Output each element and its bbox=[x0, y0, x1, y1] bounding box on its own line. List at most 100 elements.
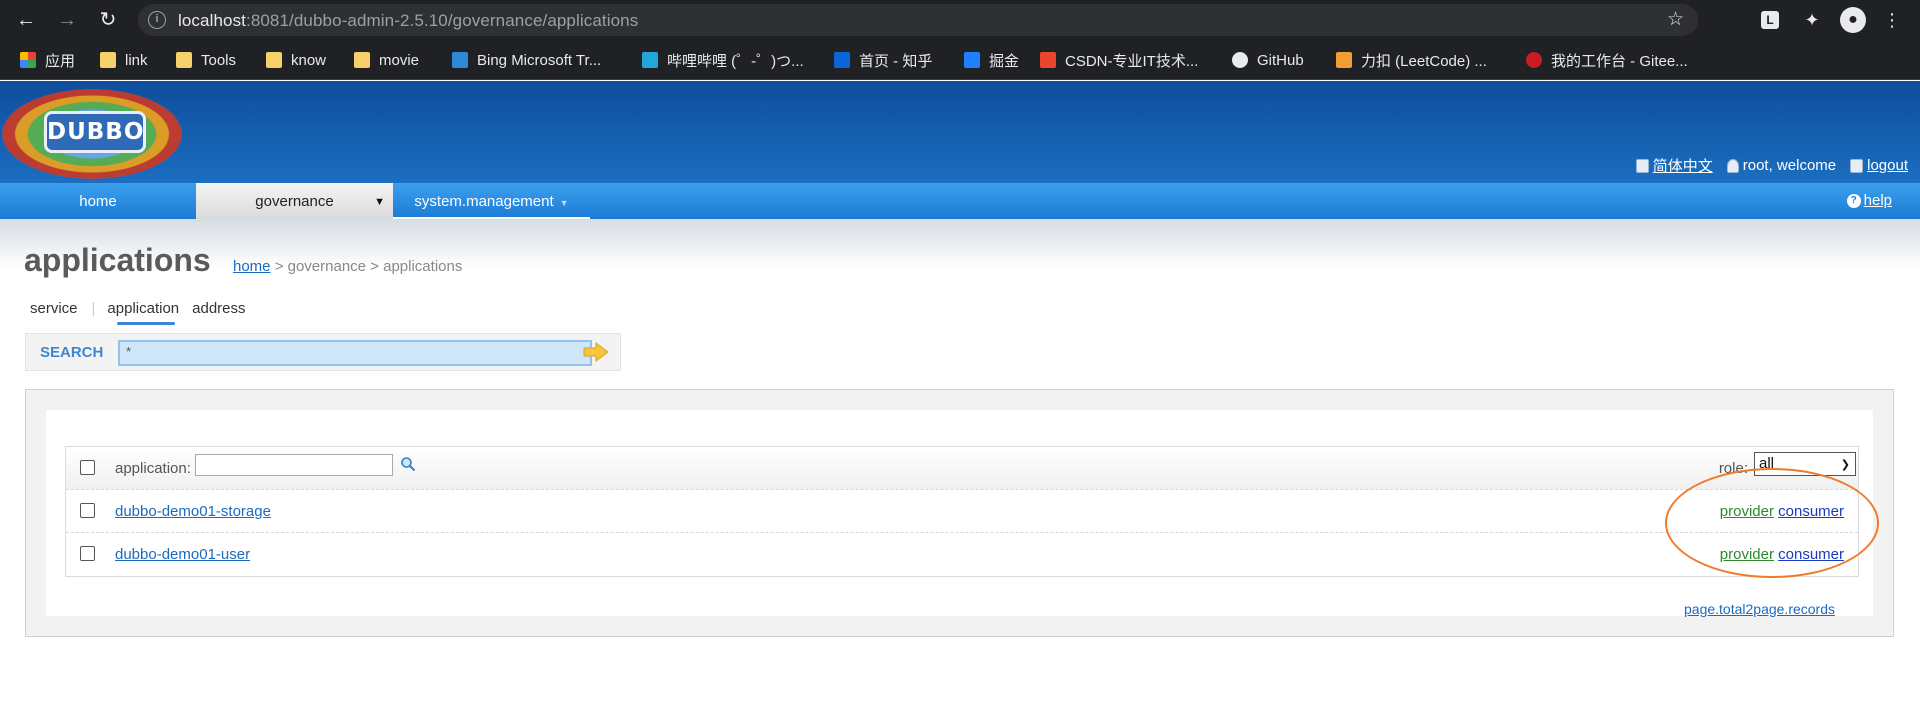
bookmark-bing[interactable]: Bing Microsoft Tr... bbox=[452, 50, 601, 70]
bookmark-link[interactable]: link bbox=[100, 50, 148, 70]
browser-toolbar: ← → ↻ i localhost:8081/dubbo-admin-2.5.1… bbox=[0, 0, 1920, 40]
bookmark-label: CSDN-专业IT技术... bbox=[1065, 52, 1199, 70]
apps-grid-icon bbox=[20, 52, 36, 68]
applications-table: application: role: all ❯ dubbo-demo01-sto… bbox=[65, 446, 1859, 577]
help-link-text[interactable]: help bbox=[1864, 182, 1892, 220]
search-bar: SEARCH * bbox=[25, 333, 621, 371]
bookmark-zhihu[interactable]: 首页 - 知乎 bbox=[834, 50, 932, 70]
dubbo-logo: DUBBO bbox=[2, 89, 182, 179]
url-path: :8081/dubbo-admin-2.5.10/governance/appl… bbox=[246, 11, 639, 30]
bookmark-leetcode[interactable]: 力扣 (LeetCode) ... bbox=[1336, 50, 1487, 70]
bookmark-label: 力扣 (LeetCode) ... bbox=[1361, 52, 1487, 70]
site-info-icon[interactable]: i bbox=[148, 11, 166, 29]
app-header: DUBBO 简体中文 root, welcome logout bbox=[0, 81, 1920, 183]
bookmark-movie[interactable]: movie bbox=[354, 50, 419, 70]
bookmark-label: Tools bbox=[201, 51, 237, 69]
filter-label: application: bbox=[115, 460, 191, 477]
extension-l-icon[interactable]: L bbox=[1761, 11, 1779, 29]
bookmark-star-icon[interactable]: ☆ bbox=[1667, 8, 1684, 31]
language-link-text[interactable]: 简体中文 bbox=[1653, 155, 1713, 176]
content-inner: application: role: all ❯ dubbo-demo01-sto… bbox=[46, 410, 1873, 617]
help-icon: ? bbox=[1846, 194, 1861, 208]
application-filter-input[interactable] bbox=[195, 454, 393, 476]
provider-link[interactable]: provider bbox=[1720, 503, 1774, 520]
table-row: dubbo-demo01-user provider consumer bbox=[66, 533, 1858, 576]
page-title: applications bbox=[24, 242, 211, 278]
search-input[interactable]: * bbox=[118, 340, 592, 366]
search-go-arrow-icon[interactable] bbox=[583, 342, 609, 362]
bookmark-tools[interactable]: Tools bbox=[176, 50, 236, 70]
bookmark-github[interactable]: GitHub bbox=[1232, 50, 1304, 70]
help-link[interactable]: ? help bbox=[1846, 182, 1892, 220]
tab-separator: | bbox=[91, 300, 96, 317]
reload-icon[interactable]: ↻ bbox=[96, 8, 120, 32]
address-bar[interactable]: i localhost:8081/dubbo-admin-2.5.10/gove… bbox=[138, 4, 1698, 36]
bookmark-juejin[interactable]: 掘金 bbox=[964, 50, 1019, 70]
sub-tabs: service | application address bbox=[30, 300, 246, 325]
role-links: provider consumer bbox=[1720, 546, 1844, 563]
logout-icon bbox=[1850, 158, 1864, 173]
select-all-checkbox[interactable] bbox=[80, 460, 95, 475]
row-checkbox[interactable] bbox=[80, 503, 95, 518]
user-info: root, welcome bbox=[1726, 157, 1837, 174]
pager-link[interactable]: page.total2page.records bbox=[1684, 601, 1835, 617]
github-icon bbox=[1232, 52, 1248, 68]
csdn-icon bbox=[1040, 52, 1056, 68]
bing-icon bbox=[452, 52, 468, 68]
provider-link[interactable]: provider bbox=[1720, 546, 1774, 563]
bookmark-label: 哔哩哔哩 (゜-゜)つ... bbox=[667, 52, 804, 70]
menu-kebab-icon[interactable]: ⋮ bbox=[1880, 8, 1904, 32]
row-checkbox[interactable] bbox=[80, 546, 95, 561]
tab-address[interactable]: address bbox=[192, 300, 245, 317]
nav-system-label: system.management bbox=[414, 193, 554, 210]
header-links: 简体中文 root, welcome logout bbox=[1635, 155, 1908, 176]
zhihu-icon bbox=[834, 52, 850, 68]
role-selected-value: all bbox=[1759, 455, 1775, 472]
bookmark-apps[interactable]: 应用 bbox=[20, 50, 75, 70]
search-icon[interactable] bbox=[400, 456, 416, 472]
extensions-puzzle-icon[interactable]: ✦ bbox=[1800, 8, 1824, 32]
search-label: SEARCH bbox=[40, 344, 104, 361]
role-links: provider consumer bbox=[1720, 503, 1844, 520]
bookmark-know[interactable]: know bbox=[266, 50, 326, 70]
role-select[interactable]: all ❯ bbox=[1754, 452, 1856, 476]
bookmark-label: Bing Microsoft Tr... bbox=[477, 51, 602, 69]
folder-icon bbox=[100, 52, 116, 68]
url-text[interactable]: localhost:8081/dubbo-admin-2.5.10/govern… bbox=[178, 11, 638, 31]
tab-service[interactable]: service bbox=[30, 300, 78, 317]
bilibili-icon bbox=[642, 52, 658, 68]
back-icon[interactable]: ← bbox=[14, 8, 38, 32]
profile-avatar-icon[interactable]: ● bbox=[1840, 7, 1866, 33]
folder-icon bbox=[176, 52, 192, 68]
nav-home[interactable]: home bbox=[0, 183, 196, 219]
application-link[interactable]: dubbo-demo01-user bbox=[115, 546, 250, 563]
bookmark-label: movie bbox=[379, 51, 420, 69]
bookmark-label: 应用 bbox=[45, 52, 76, 70]
language-link[interactable]: 简体中文 bbox=[1635, 155, 1713, 176]
user-welcome-text: root, welcome bbox=[1742, 157, 1837, 174]
forward-icon[interactable]: → bbox=[55, 8, 79, 32]
breadcrumb-rest: > governance > applications bbox=[270, 258, 463, 275]
caret-down-icon: ▼ bbox=[374, 196, 385, 208]
bookmark-csdn[interactable]: CSDN-专业IT技术... bbox=[1040, 50, 1198, 70]
bookmark-label: 首页 - 知乎 bbox=[859, 52, 933, 70]
bookmark-bilibili[interactable]: 哔哩哔哩 (゜-゜)つ... bbox=[642, 50, 804, 70]
user-icon bbox=[1726, 158, 1739, 173]
bookmark-label: link bbox=[125, 51, 148, 69]
main-nav: home governance ▼ system.management ▼ ? hel… bbox=[0, 183, 1920, 219]
consumer-link[interactable]: consumer bbox=[1778, 546, 1844, 563]
bookmark-label: know bbox=[291, 51, 327, 69]
leetcode-icon bbox=[1336, 52, 1352, 68]
table-header: application: role: all ❯ bbox=[66, 447, 1858, 490]
folder-icon bbox=[354, 52, 370, 68]
bookmark-gitee[interactable]: 我的工作台 - Gitee... bbox=[1526, 50, 1688, 70]
logout-link[interactable]: logout bbox=[1850, 157, 1908, 174]
nav-system-management[interactable]: system.management ▼ bbox=[393, 183, 590, 219]
breadcrumb-home[interactable]: home bbox=[233, 258, 271, 275]
application-link[interactable]: dubbo-demo01-storage bbox=[115, 503, 271, 520]
logout-link-text[interactable]: logout bbox=[1867, 157, 1908, 174]
consumer-link[interactable]: consumer bbox=[1778, 503, 1844, 520]
nav-governance[interactable]: governance ▼ bbox=[196, 183, 393, 219]
tab-application[interactable]: application bbox=[107, 300, 179, 325]
nav-governance-label: governance bbox=[255, 193, 334, 210]
